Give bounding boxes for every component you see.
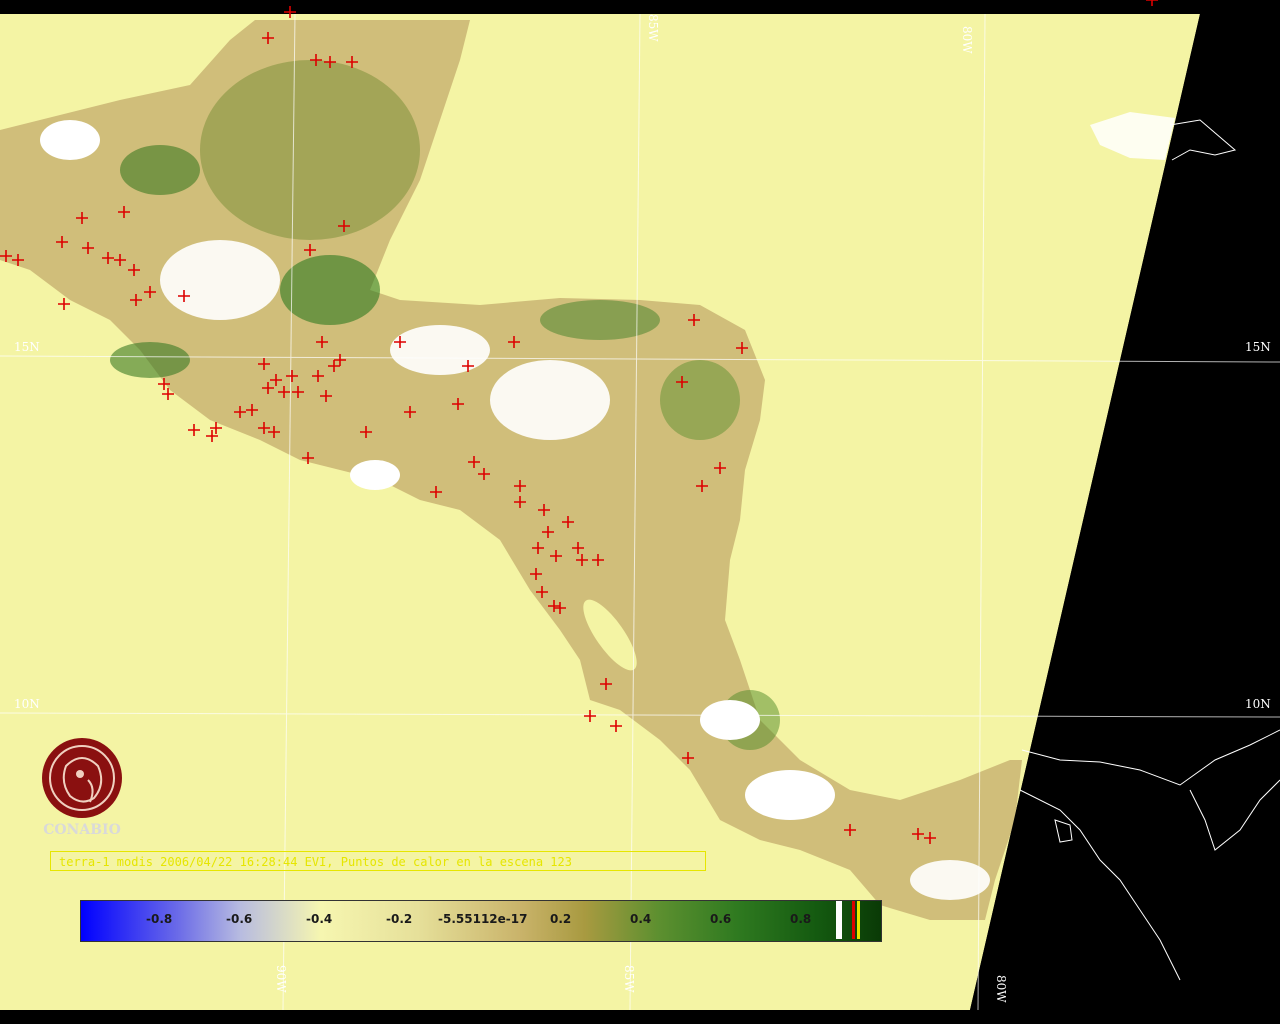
- colorbar-fire-swatch: [852, 901, 855, 939]
- lon-label-85w-top: 85W: [646, 14, 660, 42]
- lat-label-15n-right: 15N: [1245, 340, 1271, 354]
- conabio-emblem-icon: [42, 738, 122, 818]
- lat-label-10n-right: 10N: [1245, 697, 1271, 711]
- colorbar-tick-label: 0.4: [630, 912, 652, 926]
- colorbar-fire-swatch-2: [857, 901, 860, 939]
- colorbar-tick-label: -0.4: [306, 912, 333, 926]
- scene-caption: terra-1 modis 2006/04/22 16:28:44 EVI, P…: [50, 851, 706, 871]
- colorbar-tick-label: 0.6: [710, 912, 732, 926]
- cloud-patch: [390, 325, 490, 375]
- colorbar-tick-label: 0.8: [790, 912, 812, 926]
- cloud-patch: [700, 700, 760, 740]
- colorbar-nodata-swatch: [836, 901, 842, 939]
- cloud-patch: [160, 240, 280, 320]
- cloud-patch: [40, 120, 100, 160]
- cloud-patch: [910, 860, 990, 900]
- lon-label-80w-bottom: 80W: [994, 975, 1008, 1003]
- veg-patch: [280, 255, 380, 325]
- conabio-logo: CONABIO: [36, 736, 128, 840]
- cloud-patch: [350, 460, 400, 490]
- veg-patch: [660, 360, 740, 440]
- lat-label-10n-left: 10N: [14, 697, 40, 711]
- veg-patch: [110, 342, 190, 378]
- bottom-band: [0, 1010, 1280, 1024]
- cloud-patch: [490, 360, 610, 440]
- colorbar-tick-label: -0.8: [146, 912, 173, 926]
- lon-label-80w-top: 80W: [960, 26, 974, 54]
- lon-label-85w-bottom: 85W: [622, 965, 636, 993]
- veg-patch: [120, 145, 200, 195]
- colorbar-tick-label: -0.6: [226, 912, 253, 926]
- lon-label-90w-bottom: 90W: [274, 965, 288, 993]
- top-band: [0, 0, 1280, 14]
- lat-label-15n-left: 15N: [14, 340, 40, 354]
- veg-patch: [200, 60, 420, 240]
- cloud-patch: [745, 770, 835, 820]
- logo-text: CONABIO: [43, 822, 121, 838]
- veg-patch: [540, 300, 660, 340]
- colorbar-tick-label: 0.2: [550, 912, 572, 926]
- colorbar-tick-label: -5.55112e-17: [438, 912, 528, 926]
- colorbar-tick-label: -0.2: [386, 912, 413, 926]
- map-scene: 15N 15N 10N 10N 85W 80W 90W 85W 80W CONA…: [0, 0, 1280, 1024]
